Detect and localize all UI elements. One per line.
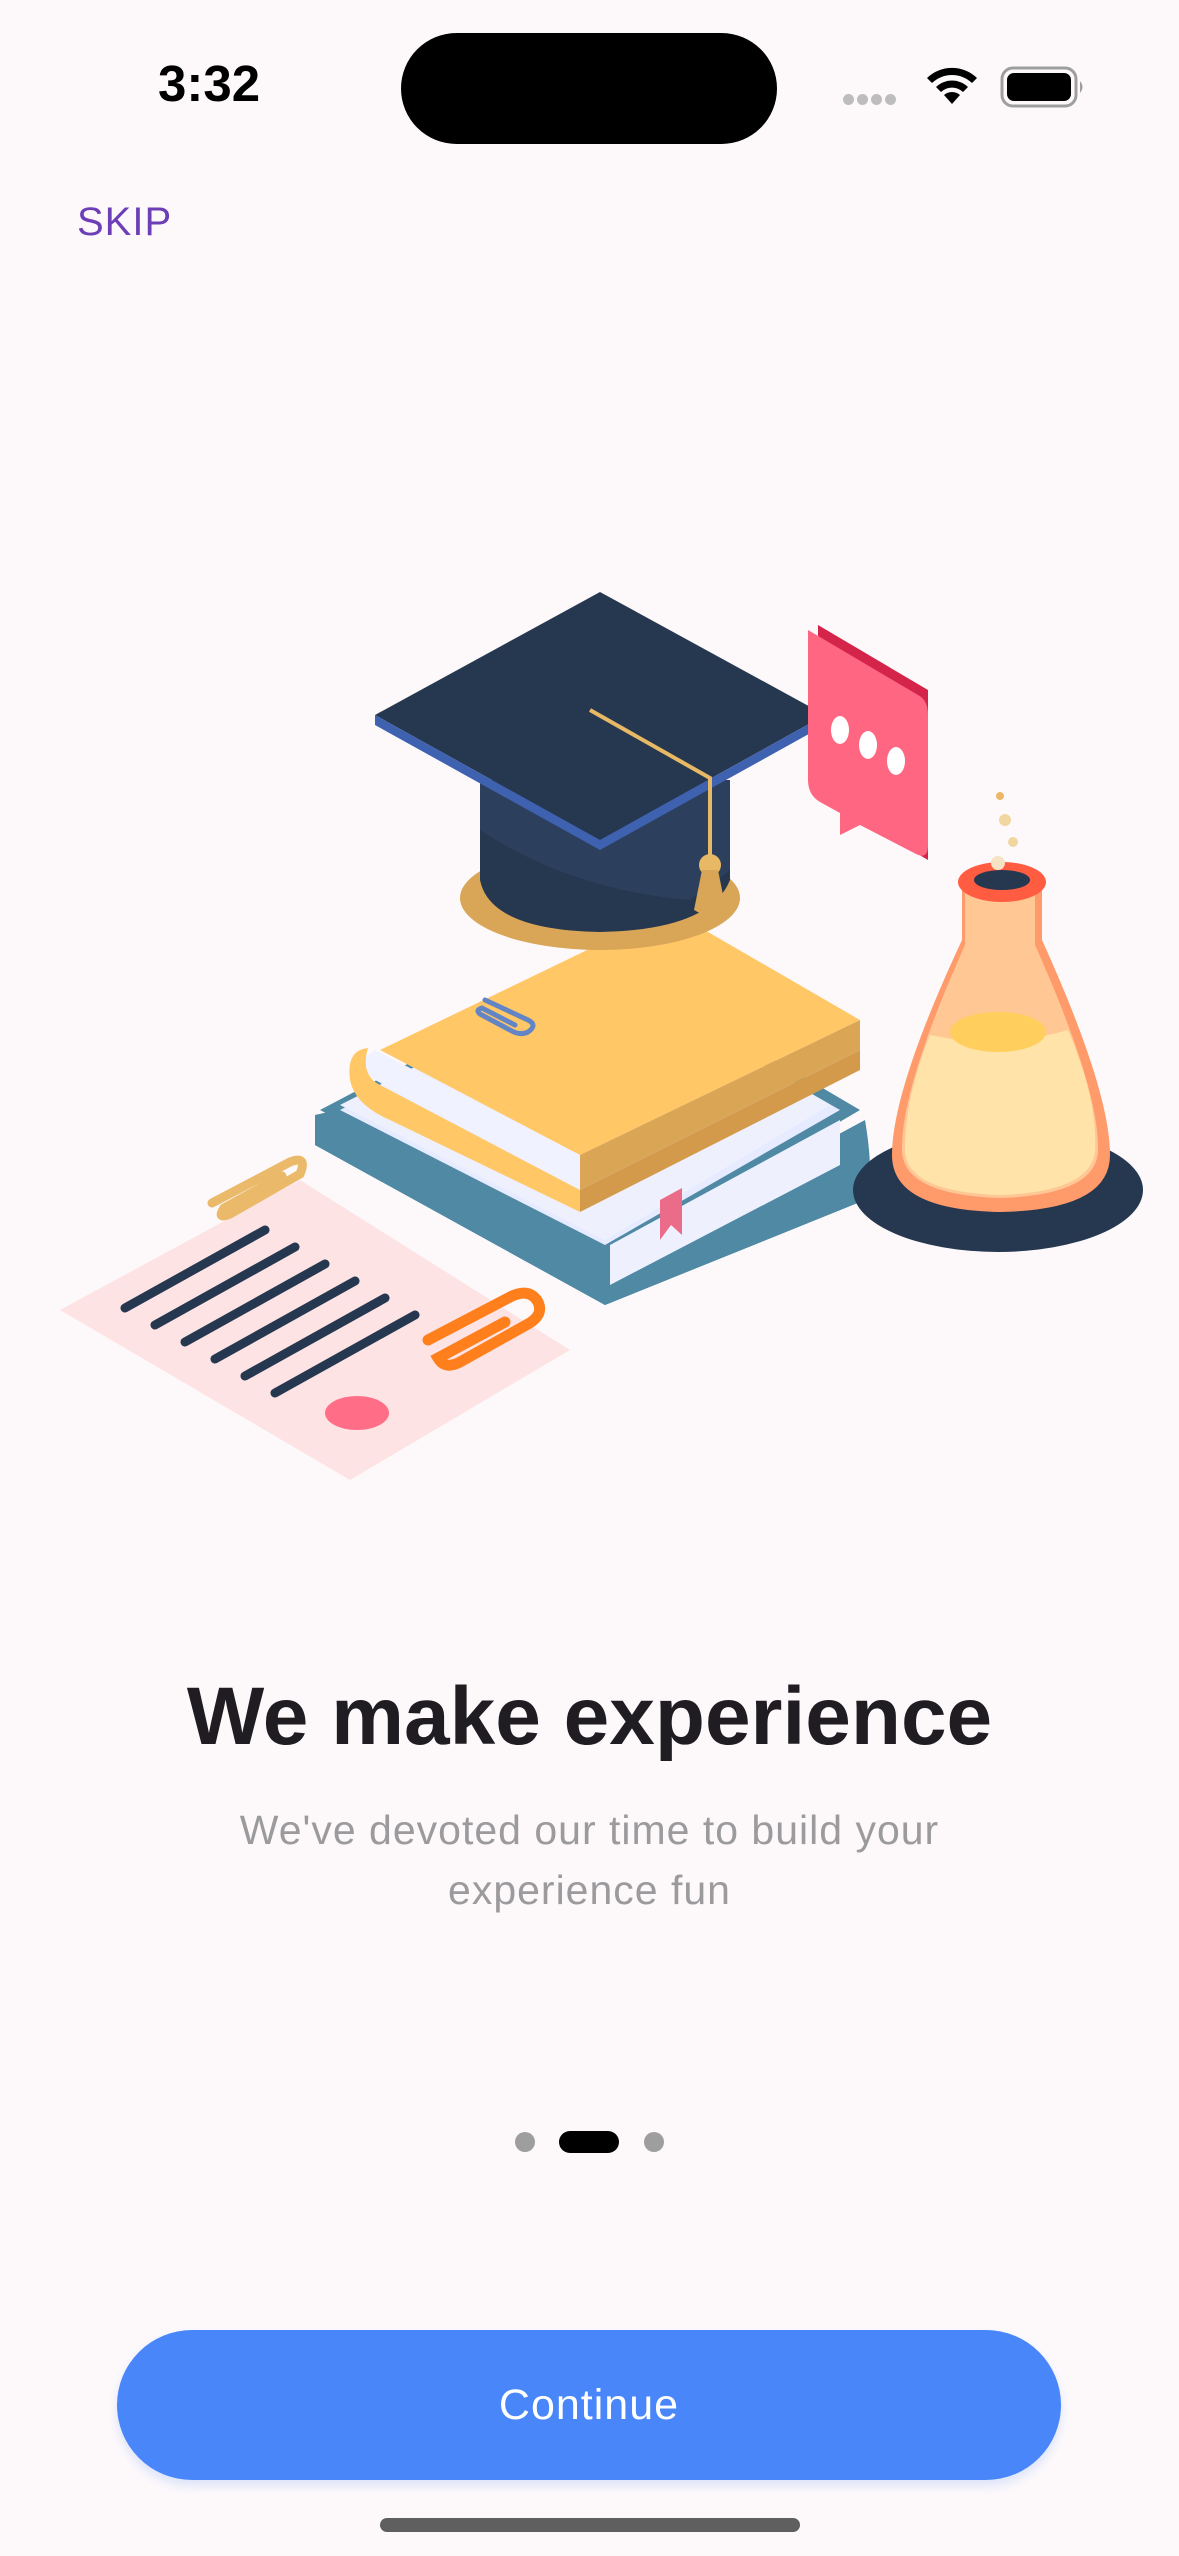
status-bar: 3:32 — [0, 0, 1179, 170]
battery-icon — [1000, 66, 1083, 108]
page-indicator — [0, 2130, 1179, 2154]
cellular-signal-icon — [843, 92, 899, 110]
onboarding-title: We make experience — [186, 1671, 993, 1762]
onboarding-illustration — [60, 592, 1143, 1480]
dynamic-island — [401, 33, 777, 144]
page-dot-active[interactable] — [559, 2131, 619, 2153]
graduation-cap-icon — [375, 592, 825, 950]
home-indicator — [380, 2518, 800, 2532]
continue-button[interactable]: Continue — [117, 2330, 1061, 2480]
status-time: 3:32 — [158, 55, 261, 112]
subtitle-line: We've devoted our time to build your — [239, 1807, 940, 1853]
chat-bubble-icon — [808, 625, 928, 860]
page-dot[interactable] — [644, 2132, 664, 2152]
onboarding-subtitle: We've devoted our time to build your exp… — [170, 1800, 1009, 1920]
wifi-icon — [927, 67, 977, 104]
flask-icon — [853, 792, 1143, 1252]
skip-button[interactable]: SKIP — [77, 200, 172, 245]
subtitle-line: experience fun — [448, 1867, 731, 1913]
page-dot[interactable] — [515, 2132, 535, 2152]
